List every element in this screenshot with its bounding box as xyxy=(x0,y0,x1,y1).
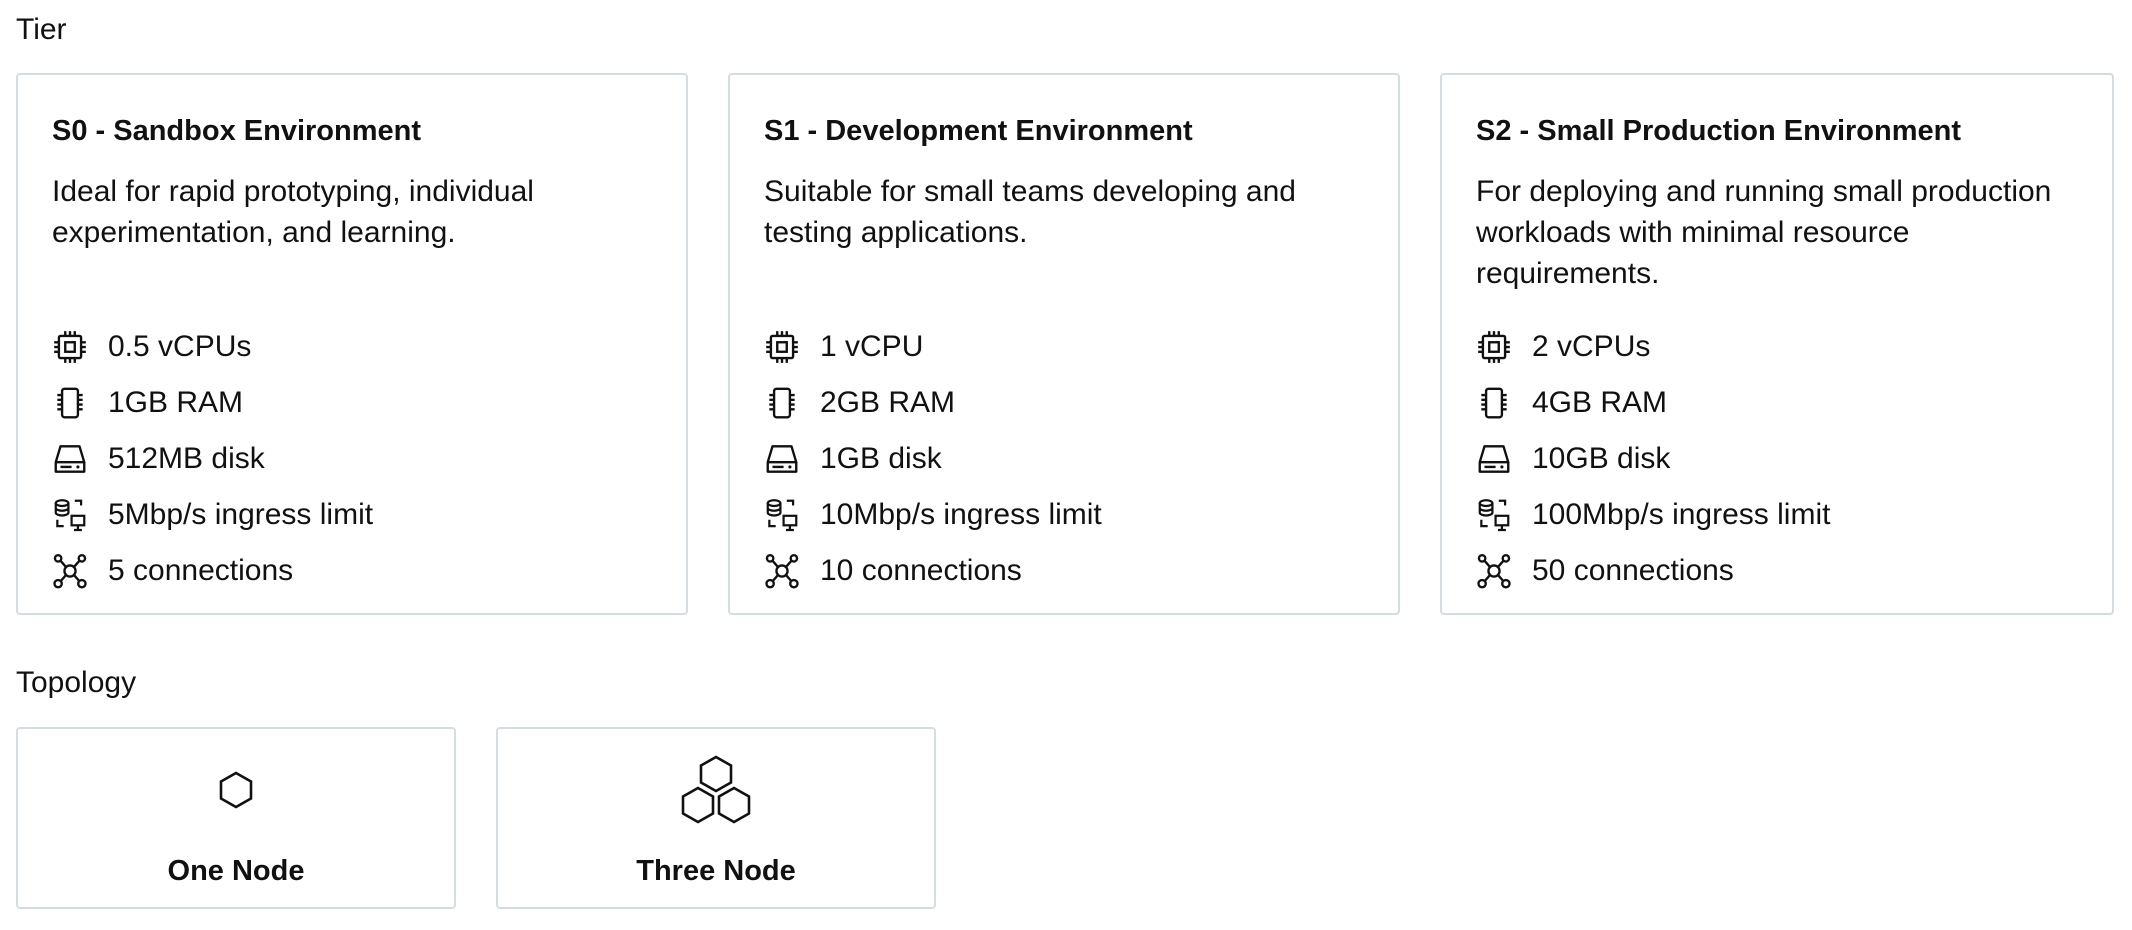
tier-section-label: Tier xyxy=(16,13,67,46)
tier-description: Ideal for rapid prototyping, individual … xyxy=(52,175,534,249)
memory-icon xyxy=(1475,384,1513,422)
spec-cpu: 0.5 vCPUs xyxy=(51,319,373,375)
spec-text: 2GB RAM xyxy=(820,386,956,419)
spec-text: 4GB RAM xyxy=(1532,386,1668,419)
spec-ram: 4GB RAM xyxy=(1475,375,1830,431)
spec-ingress: 10Mbp/s ingress limit xyxy=(763,487,1102,543)
spec-connections: 50 connections xyxy=(1475,543,1830,599)
spec-list: 2 vCPUs 4GB RAM 10GB disk 100Mbp/s ingre… xyxy=(1475,319,1830,599)
ingress-icon xyxy=(763,496,801,534)
tier-description: Suitable for small teams developing and … xyxy=(764,175,1296,249)
spec-text: 5 connections xyxy=(108,554,294,587)
disk-icon xyxy=(763,440,801,478)
topology-option-one-node[interactable]: One Node xyxy=(16,727,456,909)
disk-icon xyxy=(51,440,89,478)
spec-text: 2 vCPUs xyxy=(1532,330,1651,363)
tier-card-s1[interactable]: S1 - Development Environment Suitable fo… xyxy=(728,73,1400,615)
tier-title: S2 - Small Production Environment xyxy=(1476,115,1962,147)
spec-text: 512MB disk xyxy=(108,442,265,475)
spec-ingress: 5Mbp/s ingress limit xyxy=(51,487,373,543)
spec-text: 1 vCPU xyxy=(820,330,924,363)
spec-text: 10 connections xyxy=(820,554,1022,587)
three-hexagons-icon xyxy=(498,755,934,825)
spec-connections: 10 connections xyxy=(763,543,1102,599)
connections-icon xyxy=(1475,552,1513,590)
spec-list: 1 vCPU 2GB RAM 1GB disk 10Mbp/s ingress … xyxy=(763,319,1102,599)
cpu-icon xyxy=(51,328,89,366)
ingress-icon xyxy=(51,496,89,534)
spec-disk: 512MB disk xyxy=(51,431,373,487)
disk-icon xyxy=(1475,440,1513,478)
memory-icon xyxy=(763,384,801,422)
spec-text: 5Mbp/s ingress limit xyxy=(108,498,374,531)
single-hexagon-icon xyxy=(18,771,454,809)
topology-section-label: Topology xyxy=(16,666,137,699)
spec-cpu: 2 vCPUs xyxy=(1475,319,1830,375)
spec-disk: 10GB disk xyxy=(1475,431,1830,487)
topology-option-label: Three Node xyxy=(636,855,796,887)
spec-ram: 2GB RAM xyxy=(763,375,1102,431)
tier-description: For deploying and running small producti… xyxy=(1476,175,2052,290)
tier-card-s0[interactable]: S0 - Sandbox Environment Ideal for rapid… xyxy=(16,73,688,615)
tier-title: S0 - Sandbox Environment xyxy=(52,115,421,147)
spec-ram: 1GB RAM xyxy=(51,375,373,431)
spec-list: 0.5 vCPUs 1GB RAM 512MB disk 5Mbp/s ingr… xyxy=(51,319,373,599)
ingress-icon xyxy=(1475,496,1513,534)
spec-ingress: 100Mbp/s ingress limit xyxy=(1475,487,1830,543)
spec-connections: 5 connections xyxy=(51,543,373,599)
connections-icon xyxy=(763,552,801,590)
spec-text: 10GB disk xyxy=(1532,442,1671,475)
spec-text: 10Mbp/s ingress limit xyxy=(820,498,1102,531)
spec-text: 1GB RAM xyxy=(108,386,244,419)
spec-disk: 1GB disk xyxy=(763,431,1102,487)
topology-option-three-node[interactable]: Three Node xyxy=(496,727,936,909)
cpu-icon xyxy=(763,328,801,366)
tier-card-s2[interactable]: S2 - Small Production Environment For de… xyxy=(1440,73,2114,615)
spec-text: 1GB disk xyxy=(820,442,942,475)
spec-text: 50 connections xyxy=(1532,554,1734,587)
topology-option-label: One Node xyxy=(167,855,305,887)
cpu-icon xyxy=(1475,328,1513,366)
tier-title: S1 - Development Environment xyxy=(764,115,1193,147)
memory-icon xyxy=(51,384,89,422)
spec-cpu: 1 vCPU xyxy=(763,319,1102,375)
connections-icon xyxy=(51,552,89,590)
spec-text: 0.5 vCPUs xyxy=(108,330,252,363)
spec-text: 100Mbp/s ingress limit xyxy=(1532,498,1831,531)
